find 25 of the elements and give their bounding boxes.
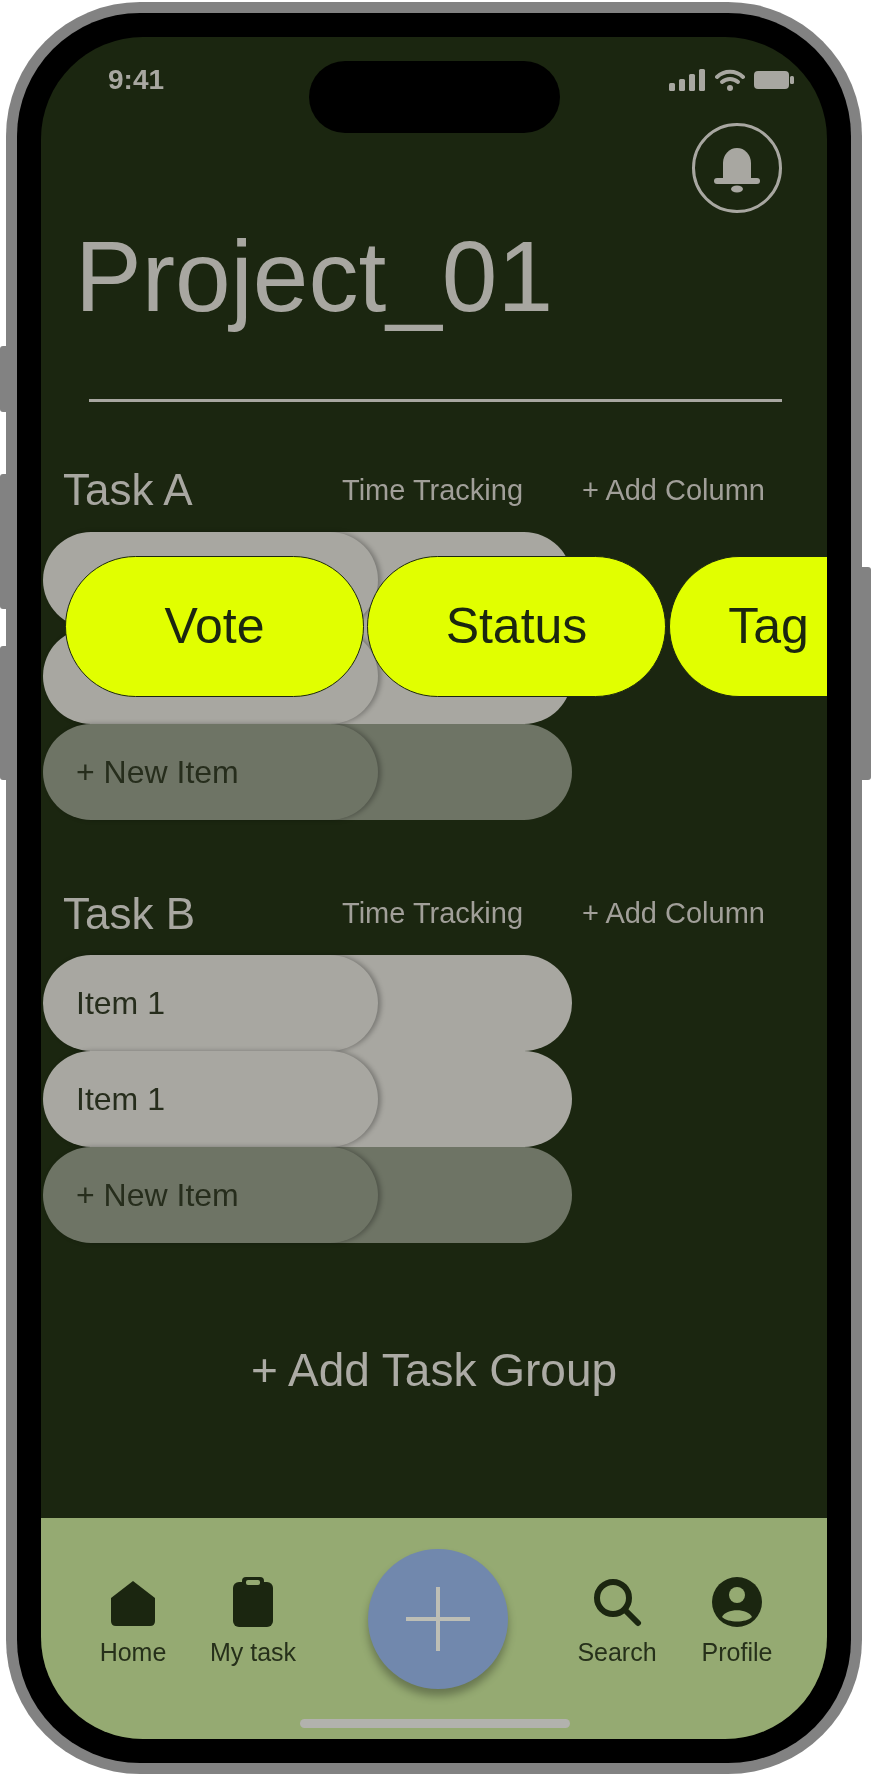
group-title: Task B — [63, 888, 196, 940]
wifi-icon — [715, 69, 745, 91]
column-type-menu[interactable]: Tag — [669, 555, 827, 697]
notification-button[interactable] — [692, 123, 782, 213]
plus-icon — [406, 1587, 470, 1651]
project-title: Project_01 — [75, 219, 554, 334]
home-tab[interactable]: Home — [78, 1577, 188, 1667]
add-column-button[interactable]: + Add Column — [582, 473, 765, 507]
battery-icon — [754, 70, 794, 90]
person-icon — [712, 1577, 762, 1627]
search-tab[interactable]: Search — [562, 1577, 672, 1667]
add-task-group-button[interactable]: + Add Task Group — [250, 1345, 618, 1396]
column-header: Time Tracking — [342, 897, 524, 931]
clipboard-icon — [233, 1577, 273, 1627]
add-column-button[interactable]: + Add Column — [582, 897, 765, 931]
column-header: Time Tracking — [342, 473, 524, 507]
search-icon — [592, 1577, 642, 1627]
signal-icon — [669, 69, 706, 91]
group-title: Task A — [63, 465, 193, 516]
item-name-cell[interactable]: Item 1 — [43, 1051, 378, 1148]
status-time: 9:41 — [108, 66, 165, 94]
my-task-tab[interactable]: My task — [198, 1577, 308, 1667]
item-name-cell[interactable]: Item 1 — [43, 955, 378, 1052]
column-type-menu[interactable]: Status — [367, 555, 666, 697]
profile-tab[interactable]: Profile — [682, 1577, 792, 1667]
